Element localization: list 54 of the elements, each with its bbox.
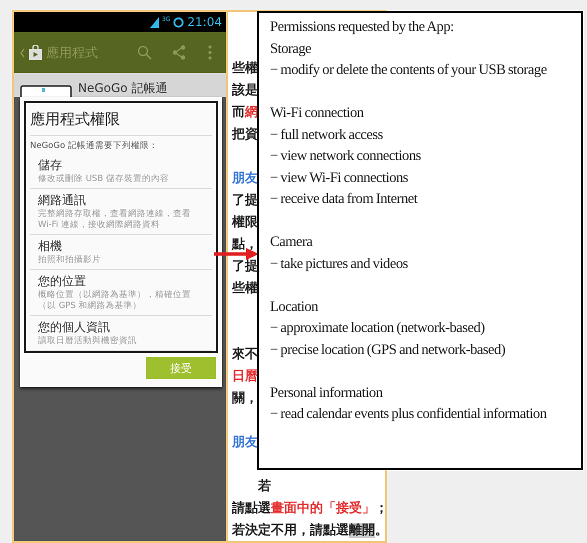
overflow-menu-icon[interactable] <box>208 45 212 60</box>
back-caret-icon[interactable] <box>20 48 25 58</box>
permission-group-title: Storage <box>270 40 312 58</box>
permission-name: 網路通訊 <box>38 192 87 208</box>
article-text: 日曆 <box>232 369 258 384</box>
callout-title: Permissions requested by the App: <box>270 18 454 37</box>
permission-group-title: Location <box>270 298 318 316</box>
article-text: 請點選畫面中的「接受」； <box>232 501 385 516</box>
permission-detail: 完整網路存取權，查看網路連線，查看 Wi-Fi 連線，接收網際網路資料 <box>38 209 192 231</box>
permission-detail: 概略位置（以網路為基準），精確位置（以 GPS 和網路為基準） <box>38 290 192 312</box>
app-name: NeGoGo 記帳通 <box>78 80 168 97</box>
status-time: 21:04 <box>187 15 222 29</box>
permission-item: − modify or delete the contents of your USB storage <box>270 61 547 80</box>
sync-icon <box>173 16 184 28</box>
permission-group-title: Camera <box>270 233 312 252</box>
permission-name: 儲存 <box>38 157 63 174</box>
permission-group-title: Personal information <box>270 384 383 402</box>
share-icon[interactable] <box>172 45 186 60</box>
article-text: 了提 <box>232 259 258 274</box>
permission-item: − full network access <box>270 126 383 144</box>
article-text: 權限 <box>232 215 258 230</box>
permission-name: 您的個人資訊 <box>38 319 110 336</box>
permission-item: − view Wi-Fi connections <box>270 168 408 188</box>
article-text: 關， <box>232 391 258 406</box>
article-text: 若決定不用，請點選離開。 <box>232 523 385 538</box>
permission-item: − read calendar events plus confidential information <box>270 405 547 424</box>
permission-item: − view network connections <box>270 147 421 166</box>
article-text: 把資 <box>232 127 258 142</box>
shopping-bag-icon <box>29 45 42 60</box>
article-text: 了提 <box>232 193 258 208</box>
article-text: 朋友 <box>232 171 258 186</box>
permission-name: 您的位置 <box>38 273 87 290</box>
permission-group-title: Wi-Fi connection <box>270 104 364 123</box>
permission-item: − receive data from Internet <box>270 190 418 209</box>
permission-detail: 修改或刪除 USB 儲存裝置的內容 <box>38 174 170 185</box>
article-text: 朋友 <box>232 435 258 450</box>
permission-detail: 拍照和拍攝影片 <box>38 255 102 266</box>
dialog-intro: NeGoGo 記帳通需要下列權限： <box>30 140 159 153</box>
search-icon[interactable] <box>137 45 152 60</box>
permission-item: − take pictures and videos <box>270 254 408 274</box>
article-text: 些權 <box>232 61 258 76</box>
permission-item: − precise location (GPS and network-based) <box>270 340 506 360</box>
article-text: 該是 <box>232 83 258 98</box>
permission-item: − approximate location (network-based) <box>270 319 485 338</box>
permission-detail: 讀取日曆活動與機密資訊 <box>38 336 138 347</box>
signal-icon <box>150 16 159 28</box>
article-text: 點， <box>232 237 258 252</box>
accept-button[interactable]: 接受 <box>146 357 216 379</box>
article-text: 若 <box>258 479 271 494</box>
article-text: 來不 <box>232 347 258 362</box>
permission-name: 相機 <box>38 238 63 255</box>
action-bar-title: 應用程式 <box>46 44 99 62</box>
dialog-title: 應用程式權限 <box>30 107 212 136</box>
article-text: 些權 <box>232 281 258 296</box>
